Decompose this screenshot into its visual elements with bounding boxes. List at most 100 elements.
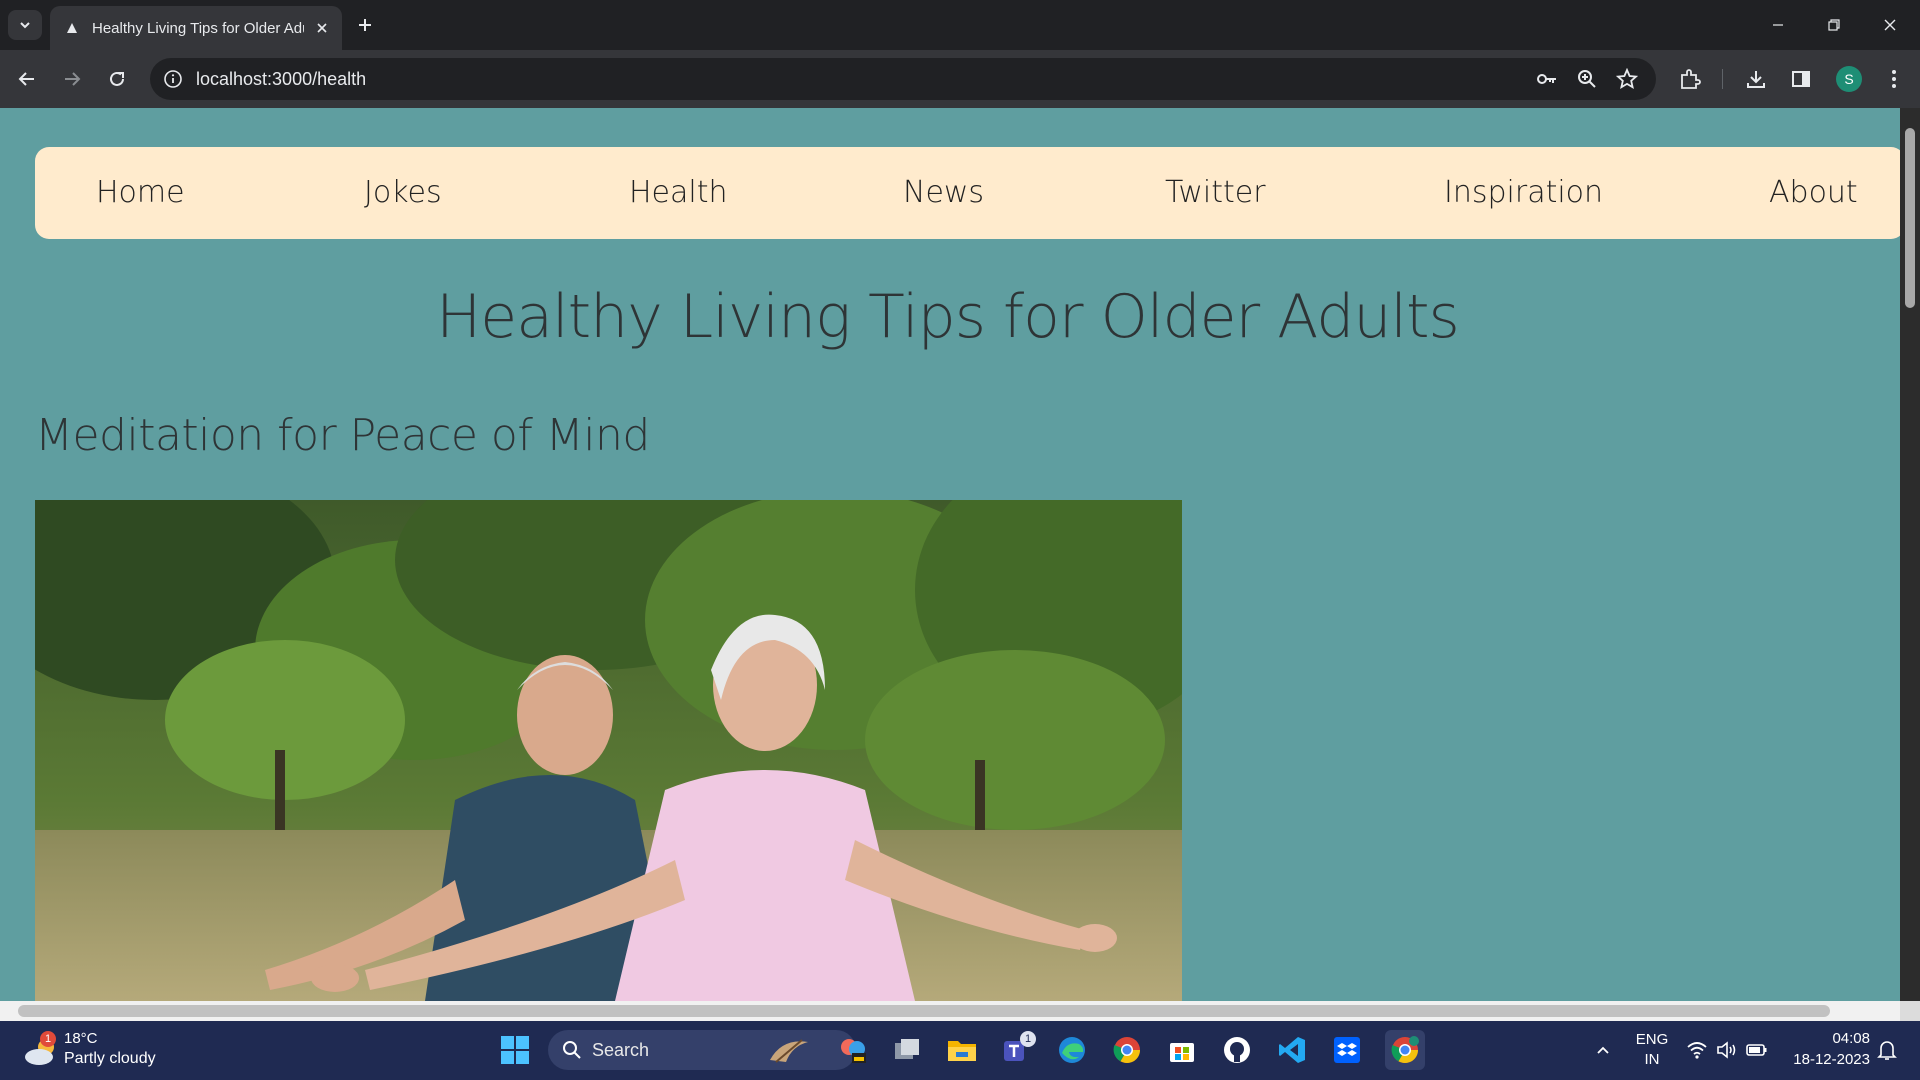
edge-icon <box>1059 1037 1085 1063</box>
nav-link-news[interactable]: News <box>903 175 984 210</box>
tab-search-button[interactable] <box>8 10 42 40</box>
active-tab[interactable]: Healthy Living Tips for Older Adults <box>50 6 342 50</box>
tab-strip: Healthy Living Tips for Older Adults <box>0 0 1920 50</box>
side-panel-button[interactable] <box>1787 65 1815 93</box>
side-panel-icon <box>1792 71 1810 87</box>
browser-menu-button[interactable] <box>1880 65 1908 93</box>
weather-widget[interactable]: 1 <box>22 1031 62 1069</box>
close-icon <box>1884 19 1896 31</box>
bell-icon <box>1877 1041 1897 1060</box>
arrow-right-icon <box>65 72 81 86</box>
taskbar-app-chrome-active[interactable] <box>1385 1030 1425 1070</box>
network-status[interactable] <box>1680 1033 1714 1067</box>
section-title: Meditation for Peace of Mind <box>35 410 650 461</box>
reload-button[interactable] <box>101 63 133 95</box>
language-indicator[interactable]: ENG <box>1630 1031 1674 1048</box>
nav-link-home[interactable]: Home <box>96 175 185 210</box>
new-tab-button[interactable] <box>352 12 378 38</box>
weather-temperature: 18°C <box>64 1030 98 1047</box>
clock-date[interactable]: 18-12-2023 <box>1784 1051 1870 1068</box>
close-tab-icon[interactable] <box>312 18 332 38</box>
reload-icon <box>110 71 124 86</box>
scrollbar-corner <box>1900 1001 1920 1021</box>
battery-icon <box>1746 1044 1767 1056</box>
close-window-button[interactable] <box>1862 0 1918 50</box>
github-icon <box>1224 1037 1250 1063</box>
task-view-icon <box>895 1039 919 1059</box>
taskbar-app-chrome-pinned[interactable] <box>1110 1033 1144 1067</box>
url-text: localhost:3000/health <box>196 69 367 89</box>
taskbar-app-widgets[interactable] <box>836 1033 870 1067</box>
windows-logo-icon <box>501 1036 529 1064</box>
taskbar-app-store[interactable] <box>1165 1033 1199 1067</box>
nav-link-inspiration[interactable]: Inspiration <box>1444 175 1603 210</box>
nav-link-about[interactable]: About <box>1769 175 1858 210</box>
downloads-button[interactable] <box>1742 65 1770 93</box>
bookmark-star-icon[interactable] <box>1615 67 1639 91</box>
windows-taskbar: 1 18°C Partly cloudy Search 1 ENG IN 04:… <box>0 1021 1920 1080</box>
search-label: Search <box>592 1040 650 1060</box>
page-title: Healthy Living Tips for Older Adults <box>436 282 1460 352</box>
forward-button[interactable] <box>56 63 88 95</box>
minimize-button[interactable] <box>1750 0 1806 50</box>
battery-status[interactable] <box>1740 1033 1774 1067</box>
taskbar-app-edge[interactable] <box>1055 1033 1089 1067</box>
tab-title: Healthy Living Tips for Older Adults <box>92 19 304 37</box>
more-vertical-icon <box>1892 70 1896 88</box>
clock-time[interactable]: 04:08 <box>1784 1030 1870 1047</box>
puzzle-icon <box>1681 69 1701 89</box>
password-key-icon[interactable] <box>1535 67 1559 91</box>
zoom-icon[interactable] <box>1575 67 1599 91</box>
restore-button[interactable] <box>1806 0 1862 50</box>
vertical-scroll-thumb[interactable] <box>1905 128 1915 308</box>
browser-toolbar: localhost:3000/health S <box>0 50 1920 108</box>
address-bar[interactable]: localhost:3000/health <box>150 58 1656 100</box>
nav-link-health[interactable]: Health <box>629 175 728 210</box>
horizontal-scroll-thumb[interactable] <box>18 1005 1830 1017</box>
page-viewport: Home Jokes Health News Twitter Inspirati… <box>0 108 1920 1001</box>
download-icon <box>1747 71 1765 88</box>
taskbar-app-vscode[interactable] <box>1275 1033 1309 1067</box>
store-icon <box>1170 1043 1194 1062</box>
chrome-icon <box>1113 1037 1141 1064</box>
taskbar-app-task-view[interactable] <box>890 1033 924 1067</box>
arrow-left-icon <box>18 72 34 86</box>
volume-status[interactable] <box>1710 1033 1744 1067</box>
minimize-icon <box>1773 24 1783 26</box>
taskbar-app-github[interactable] <box>1220 1033 1254 1067</box>
weather-alert-badge: 1 <box>40 1031 56 1047</box>
back-button[interactable] <box>11 63 43 95</box>
nav-link-twitter[interactable]: Twitter <box>1165 175 1266 210</box>
chevron-down-icon <box>20 22 30 29</box>
start-button[interactable] <box>500 1035 530 1065</box>
region-indicator[interactable]: IN <box>1630 1051 1674 1068</box>
taskbar-app-teams[interactable]: 1 <box>1000 1031 1036 1067</box>
restore-icon <box>1828 19 1840 31</box>
taskbar-app-dropbox[interactable] <box>1330 1033 1364 1067</box>
show-hidden-icons-button[interactable] <box>1586 1033 1620 1067</box>
taskbar-app-file-explorer[interactable] <box>945 1033 979 1067</box>
folder-icon <box>948 1041 976 1061</box>
dropbox-icon <box>1334 1037 1360 1063</box>
widgets-app-icon <box>841 1039 866 1063</box>
vertical-scrollbar[interactable] <box>1900 108 1920 1001</box>
wifi-icon <box>1687 1042 1707 1059</box>
weather-description: Partly cloudy <box>64 1050 156 1067</box>
profile-avatar[interactable]: S <box>1836 66 1862 92</box>
chrome-profile-icon <box>1391 1036 1419 1064</box>
extensions-button[interactable] <box>1676 65 1704 93</box>
site-navbar: Home Jokes Health News Twitter Inspirati… <box>35 147 1905 239</box>
site-favicon-icon <box>64 20 80 36</box>
teams-notification-badge: 1 <box>1020 1031 1036 1047</box>
toolbar-divider <box>1722 69 1723 89</box>
chevron-up-icon <box>1597 1046 1609 1054</box>
taskbar-search[interactable]: Search <box>548 1030 856 1070</box>
search-icon <box>563 1041 581 1059</box>
meditation-photo <box>35 500 1182 1001</box>
notifications-button[interactable] <box>1870 1033 1904 1067</box>
plus-icon <box>359 19 371 31</box>
site-info-icon[interactable] <box>162 68 184 90</box>
search-highlight-icon <box>770 1039 808 1063</box>
horizontal-scrollbar[interactable] <box>0 1001 1900 1021</box>
nav-link-jokes[interactable]: Jokes <box>364 175 442 210</box>
